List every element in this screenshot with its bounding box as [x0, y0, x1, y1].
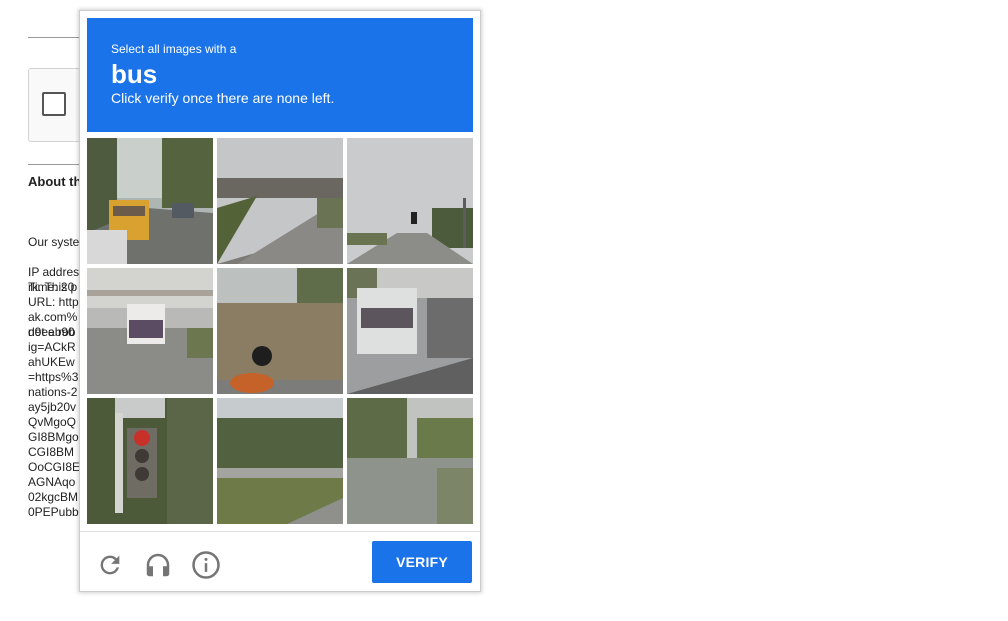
image-grid	[87, 138, 473, 524]
tile-image	[87, 398, 213, 524]
detail-line: IP addres	[28, 265, 80, 279]
tile-image	[347, 138, 473, 264]
detail-line: QvMgoQ	[28, 415, 77, 429]
tile-image	[217, 398, 343, 524]
tile-image	[217, 268, 343, 394]
detail-line: ahUKEw	[28, 355, 75, 369]
detail-line: CGI8BM	[28, 445, 75, 459]
tile-image	[87, 138, 213, 264]
recaptcha-challenge-popup: Select all images with a bus Click verif…	[79, 10, 481, 592]
detail-line: 0PEPubb	[28, 505, 79, 519]
tile-image	[87, 268, 213, 394]
detail-line: 02kgcBM	[28, 490, 79, 504]
about-heading: About th	[28, 174, 82, 189]
image-tile-1[interactable]	[87, 138, 213, 264]
image-tile-6[interactable]	[347, 268, 473, 394]
detail-line: GI8BMgo	[28, 430, 79, 444]
tile-image	[217, 138, 343, 264]
image-tile-3[interactable]	[347, 138, 473, 264]
tile-image	[347, 398, 473, 524]
detail-line: d9eeb90	[28, 325, 75, 339]
image-tile-9[interactable]	[347, 398, 473, 524]
reload-button[interactable]	[90, 545, 130, 585]
challenge-subtext: Click verify once there are none left.	[111, 90, 335, 106]
detail-line: ak.com%	[28, 310, 78, 324]
detail-line: nations-2	[28, 385, 78, 399]
footer-divider	[80, 531, 480, 532]
detail-line: =https%3	[28, 370, 79, 384]
detail-line: AGNAqo	[28, 475, 76, 489]
audio-challenge-button[interactable]	[138, 545, 178, 585]
info-button[interactable]	[186, 545, 226, 585]
detail-line: ay5jb20v	[28, 400, 77, 414]
headphones-icon	[146, 553, 170, 577]
image-tile-8[interactable]	[217, 398, 343, 524]
challenge-target: bus	[111, 59, 158, 89]
detail-line: ig=ACkR	[28, 340, 76, 354]
recaptcha-checkbox[interactable]	[42, 92, 66, 116]
verify-button[interactable]: VERIFY	[372, 541, 472, 583]
reload-icon	[100, 555, 120, 575]
image-tile-4[interactable]	[87, 268, 213, 394]
detail-line: OoCGI8E	[28, 460, 81, 474]
info-icon	[192, 551, 220, 579]
request-details: IP addres Time: 20 URL: http ak.com% d9eeb90…	[28, 265, 80, 520]
text-line: Our syste	[28, 235, 80, 249]
image-tile-5[interactable]	[217, 268, 343, 394]
image-tile-7[interactable]	[87, 398, 213, 524]
tile-image	[347, 268, 473, 394]
challenge-instruction: Select all images with a	[111, 42, 237, 56]
detail-line: URL: http	[28, 295, 79, 309]
image-tile-2[interactable]	[217, 138, 343, 264]
challenge-header: Select all images with a bus Click verif…	[87, 18, 473, 132]
detail-line: Time: 20	[28, 280, 75, 294]
